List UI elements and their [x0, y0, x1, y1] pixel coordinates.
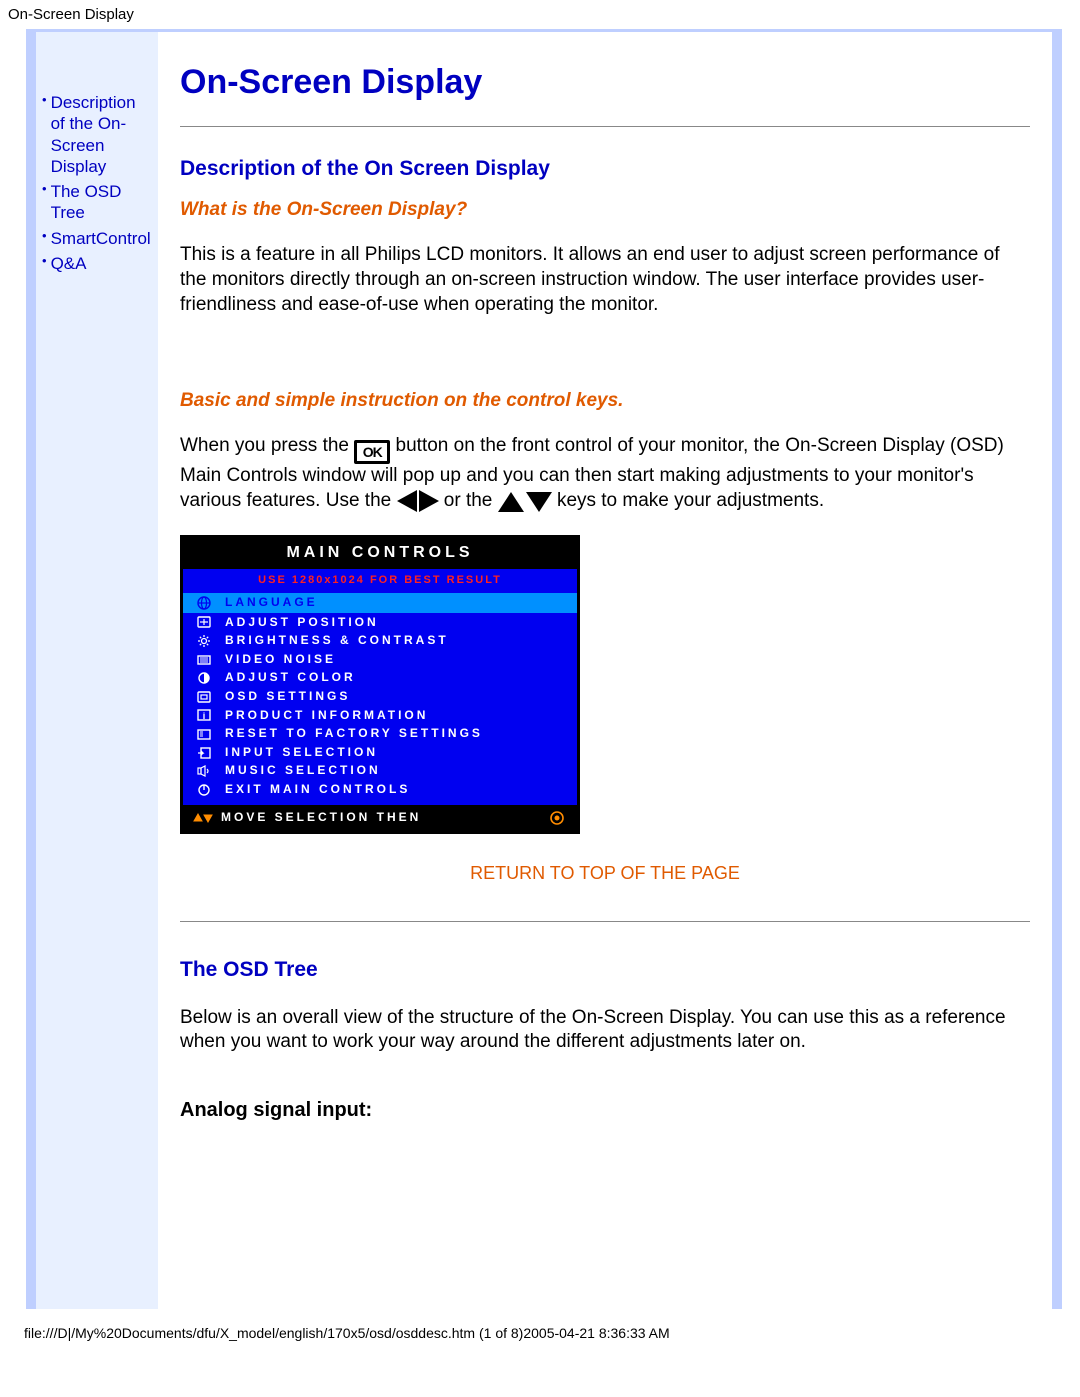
osd-label: VIDEO NOISE: [225, 652, 336, 668]
bullet-icon: •: [42, 181, 47, 198]
subheading-what-is: What is the On-Screen Display?: [180, 198, 1030, 223]
exit-icon: [195, 782, 213, 797]
osd-label: INPUT SELECTION: [225, 745, 378, 761]
return-to-top-link[interactable]: RETURN TO TOP OF THE PAGE: [180, 862, 1030, 885]
paragraph: This is a feature in all Philips LCD mon…: [180, 243, 1030, 317]
osd-label: OSD SETTINGS: [225, 689, 350, 705]
paragraph: Below is an overall view of the structur…: [180, 1006, 1030, 1055]
sidebar-item-smartcontrol[interactable]: • SmartControl: [42, 228, 152, 249]
arrow-right-icon: [419, 490, 439, 512]
info-icon: i: [195, 708, 213, 723]
sidebar-link[interactable]: Description of the On-Screen Display: [51, 92, 152, 177]
footer-file-path: file:///D|/My%20Documents/dfu/X_model/en…: [0, 1321, 1080, 1351]
osd-item-adjust-color: ADJUST COLOR: [195, 669, 565, 688]
noise-icon: [195, 652, 213, 667]
osd-item-exit: EXIT MAIN CONTROLS: [195, 780, 565, 799]
sidebar-item-description[interactable]: • Description of the On-Screen Display: [42, 92, 152, 177]
osd-resolution-hint: USE 1280x1024 FOR BEST RESULT: [183, 569, 577, 591]
osd-label: RESET TO FACTORY SETTINGS: [225, 726, 483, 742]
ok-button-icon: OK: [354, 440, 390, 464]
osd-item-input-selection: INPUT SELECTION: [195, 743, 565, 762]
color-icon: [195, 671, 213, 686]
text-fragment: keys to make your adjustments.: [557, 490, 824, 511]
paragraph: When you press the OK button on the fron…: [180, 434, 1030, 513]
osd-item-adjust-position: ADJUST POSITION: [195, 613, 565, 632]
osd-item-reset: RESET TO FACTORY SETTINGS: [195, 725, 565, 744]
sidebar-link[interactable]: Q&A: [51, 253, 87, 274]
sidebar-link[interactable]: The OSD Tree: [51, 181, 152, 224]
sidebar: • Description of the On-Screen Display •…: [36, 32, 158, 1309]
section-title-description: Description of the On Screen Display: [180, 155, 1030, 182]
text-fragment: When you press the: [180, 435, 354, 456]
arrow-down-icon: [526, 492, 552, 512]
osd-item-brightness: BRIGHTNESS & CONTRAST: [195, 632, 565, 651]
osd-item-osd-settings: OSD SETTINGS: [195, 687, 565, 706]
bullet-icon: •: [42, 228, 47, 245]
osd-titlebar: MAIN CONTROLS: [183, 538, 577, 569]
osd-label: LANGUAGE: [225, 595, 318, 611]
content-frame: • Description of the On-Screen Display •…: [26, 29, 1062, 1309]
osd-footer: MOVE SELECTION THEN: [183, 805, 577, 831]
osd-panel: MAIN CONTROLS USE 1280x1024 FOR BEST RES…: [180, 535, 580, 834]
divider: [180, 126, 1030, 127]
svg-text:i: i: [203, 711, 206, 721]
osd-item-video-noise: VIDEO NOISE: [195, 650, 565, 669]
osd-footer-text: MOVE SELECTION THEN: [221, 810, 421, 826]
bullet-icon: •: [42, 253, 47, 270]
input-icon: [195, 745, 213, 760]
section-title-osd-tree: The OSD Tree: [180, 956, 1030, 983]
settings-icon: [195, 689, 213, 704]
sidebar-item-qa[interactable]: • Q&A: [42, 253, 152, 274]
globe-icon: [195, 596, 213, 611]
reset-icon: [195, 726, 213, 741]
divider: [180, 921, 1030, 922]
osd-label: ADJUST POSITION: [225, 615, 379, 631]
sidebar-item-osd-tree[interactable]: • The OSD Tree: [42, 181, 152, 224]
sidebar-link[interactable]: SmartControl: [51, 228, 151, 249]
osd-item-language: LANGUAGE: [183, 593, 577, 613]
header-label: On-Screen Display: [0, 0, 1080, 29]
osd-body: LANGUAGE ADJUST POSITION BRIGHTNESS & CO…: [183, 591, 577, 805]
up-down-arrows-icon: [498, 492, 552, 512]
music-icon: [195, 764, 213, 779]
osd-label: EXIT MAIN CONTROLS: [225, 782, 410, 798]
osd-label: MUSIC SELECTION: [225, 763, 381, 779]
text-fragment: or the: [444, 490, 498, 511]
ok-circle-icon: [547, 810, 567, 826]
osd-label: ADJUST COLOR: [225, 670, 356, 686]
main-content: On-Screen Display Description of the On …: [158, 32, 1052, 1309]
osd-item-music-selection: MUSIC SELECTION: [195, 762, 565, 781]
arrow-left-icon: [397, 490, 417, 512]
brightness-icon: [195, 633, 213, 648]
osd-item-product-info: i PRODUCT INFORMATION: [195, 706, 565, 725]
arrow-up-icon: [498, 492, 524, 512]
page-title: On-Screen Display: [180, 60, 1030, 104]
left-right-arrows-icon: [397, 490, 439, 512]
osd-label: PRODUCT INFORMATION: [225, 708, 428, 724]
position-icon: [195, 615, 213, 630]
subheading-basic-instruction: Basic and simple instruction on the cont…: [180, 389, 1030, 414]
bullet-icon: •: [42, 92, 47, 109]
up-down-icon: [193, 810, 213, 826]
osd-label: BRIGHTNESS & CONTRAST: [225, 633, 449, 649]
analog-signal-heading: Analog signal input:: [180, 1097, 1030, 1123]
